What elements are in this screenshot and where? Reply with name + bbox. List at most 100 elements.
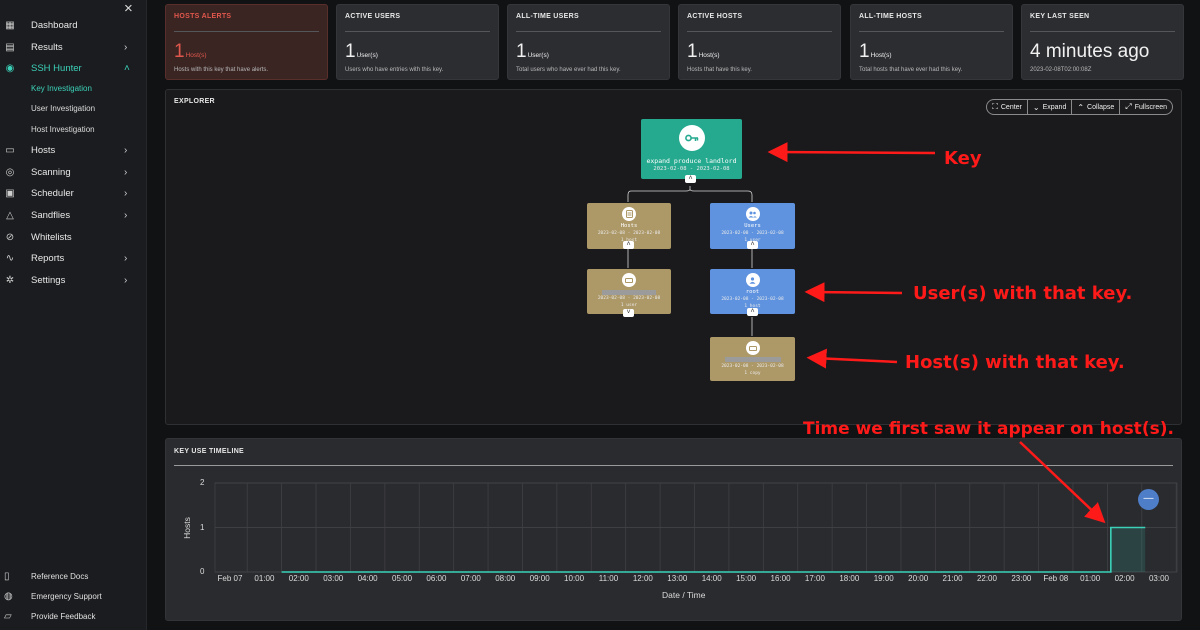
sidebar-item-reports[interactable]: ∿ Reports › [0, 248, 147, 268]
card-value-number: 1 [516, 41, 527, 62]
stat-card-all-time-users: ALL-TIME USERS 1User(s) Total users who ha… [507, 4, 670, 80]
host-leaf-node-2[interactable]: 2023-02-08 - 2023-02-08 1 copy [710, 337, 795, 381]
x-tick-label: 14:00 [701, 574, 722, 583]
host-leaf2-count: 1 copy [744, 371, 761, 376]
feedback-icon: ▱ [4, 610, 12, 622]
explorer-panel: EXPLORER ⛶ Center ⌄ Expand ⌃ Collapse ⤢ Fullscr… [165, 89, 1182, 425]
x-tick-label: 07:00 [460, 574, 481, 583]
x-tick-label: 13:00 [667, 574, 688, 583]
sidebar-item-sandflies[interactable]: △ Sandflies › [0, 205, 147, 225]
card-title: ALL-TIME HOSTS [859, 13, 922, 20]
chevron-icon: › [124, 144, 128, 156]
x-tick-label: 02:00 [288, 574, 309, 583]
host-leaf-expand-toggle[interactable]: ˅ [623, 309, 634, 317]
hosts-node-dates: 2023-02-08 - 2023-02-08 [597, 231, 661, 236]
card-value: 1User(s) [516, 41, 549, 63]
key-node-name: expand produce landlord [646, 157, 737, 165]
card-description: Total hosts that have ever had this key. [859, 67, 963, 73]
subnav-key-investigation[interactable]: Key Investigation [31, 84, 92, 93]
x-tick-label: 04:00 [357, 574, 378, 583]
card-value: 1Host(s) [859, 41, 892, 63]
x-tick-label: 10:00 [564, 574, 585, 583]
dashboard-icon: ▦ [5, 19, 15, 31]
chevron-icon: ˄ [124, 62, 130, 74]
card-unit: User(s) [356, 52, 378, 59]
card-value: 1User(s) [345, 41, 378, 63]
chart-menu-button[interactable]: — [1138, 489, 1159, 510]
sidebar-item-ssh-hunter[interactable]: ◉ SSH Hunter ˄ [0, 58, 147, 78]
sidebar-item-label: Scanning [31, 166, 71, 178]
stat-card-hosts-alerts: HOSTS ALERTS 1Host(s) Hosts with this key … [165, 4, 328, 80]
card-description: Users who have entries with this key. [345, 67, 444, 73]
x-tick-label: 19:00 [873, 574, 894, 583]
user-icon [745, 273, 760, 287]
root-user-name: root [745, 289, 760, 295]
users-collapse-toggle[interactable]: ˄ [747, 241, 758, 249]
x-tick-label: 23:00 [1011, 574, 1032, 583]
sidebar-item-hosts[interactable]: ▭ Hosts › [0, 140, 147, 160]
users-node-dates: 2023-02-08 - 2023-02-08 [721, 231, 784, 236]
card-value: 1Host(s) [174, 41, 207, 63]
stat-card-active-users: ACTIVE USERS 1User(s) Users who have entri… [336, 4, 499, 80]
chevron-icon: › [124, 209, 128, 221]
chevron-icon: › [124, 187, 128, 199]
sidebar-item-dashboard[interactable]: ▦ Dashboard [0, 15, 147, 35]
host-leaf-node[interactable]: 2023-02-08 - 2023-02-08 1 user [587, 269, 671, 314]
sidebar-item-scanning[interactable]: ◎ Scanning › [0, 162, 147, 182]
card-description: 2023-02-08T02:00:08Z [1030, 67, 1092, 73]
footer-label: Provide Feedback [31, 611, 96, 621]
sidebar-item-label: Results [31, 41, 63, 53]
sidebar-item-label: SSH Hunter [31, 62, 82, 74]
whitelist-icon: ⊘ [5, 231, 15, 243]
subnav-host-investigation[interactable]: Host Investigation [31, 125, 95, 134]
card-description: Hosts that have this key. [687, 67, 752, 73]
root-collapse-toggle[interactable]: ˄ [747, 308, 758, 316]
sidebar-item-label: Scheduler [31, 187, 74, 199]
host-icon [745, 341, 760, 355]
ssh-hunter-icon: ◉ [5, 62, 15, 74]
hosts-node-name: Hosts [620, 223, 638, 229]
sidebar-item-label: Dashboard [31, 19, 78, 31]
annotation-key: Key [944, 148, 982, 169]
y-axis-label: Hosts [181, 517, 192, 539]
chevron-icon: › [124, 274, 128, 286]
key-node[interactable]: expand produce landlord 2023-02-08 - 202… [641, 119, 742, 179]
stat-card-active-hosts: ACTIVE HOSTS 1Host(s) Hosts that have this… [678, 4, 841, 80]
scanning-icon: ◎ [5, 166, 15, 178]
key-node-dates: 2023-02-08 - 2023-02-08 [653, 166, 730, 172]
sidebar-item-whitelists[interactable]: ⊘ Whitelists [0, 227, 147, 247]
card-divider [516, 31, 661, 32]
users-icon [745, 207, 760, 221]
footer-label: Reference Docs [31, 571, 89, 581]
key-collapse-toggle[interactable]: ˄ [685, 175, 696, 183]
subnav-user-investigation[interactable]: User Investigation [31, 104, 95, 113]
card-unit: Host(s) [870, 52, 892, 59]
x-tick-label: 16:00 [770, 574, 791, 583]
hosts-collapse-toggle[interactable]: ˄ [623, 241, 634, 249]
calendar-icon: ▣ [5, 187, 15, 199]
server-icon [622, 207, 636, 221]
reports-icon: ∿ [5, 252, 15, 264]
sidebar-item-results[interactable]: ▤ Results › [0, 37, 147, 57]
sidebar-item-settings[interactable]: ✲ Settings › [0, 270, 147, 290]
card-divider [859, 31, 1004, 32]
x-tick-label: 03:00 [323, 574, 344, 583]
card-title: HOSTS ALERTS [174, 13, 232, 20]
y-tick-label: 2 [200, 478, 205, 487]
sidebar-item-label: Settings [31, 274, 66, 286]
card-description: Hosts with this key that have alerts. [174, 67, 269, 73]
host-leaf-count: 1 user [620, 303, 638, 308]
card-value-number: 1 [345, 41, 356, 62]
card-divider [345, 31, 490, 32]
card-value: 4 minutes ago [1030, 41, 1150, 63]
annotation-time: Time we first saw it appear on host(s). [803, 419, 1174, 439]
x-tick-label: 22:00 [976, 574, 997, 583]
hosts-icon: ▭ [5, 144, 15, 156]
sidebar-item-scheduler[interactable]: ▣ Scheduler › [0, 183, 147, 203]
card-title: ACTIVE USERS [345, 13, 401, 20]
sidebar-item-label: Whitelists [31, 231, 72, 243]
card-divider [1030, 31, 1175, 32]
card-description: Total users who have ever had this key. [516, 67, 621, 73]
card-value-number: 1 [859, 41, 870, 62]
sidebar-item-label: Reports [31, 252, 65, 264]
